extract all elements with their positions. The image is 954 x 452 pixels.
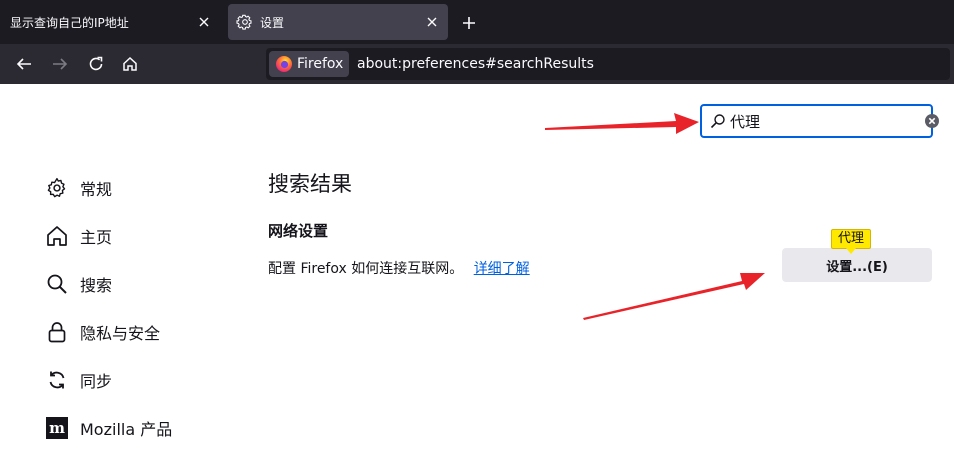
url-text[interactable]: about:preferences#searchResults — [357, 48, 594, 80]
category-sidebar: 常规 主页 搜索 隐私与安全 同步 m Mozilla 产品 — [46, 164, 246, 452]
search-results-pane: 搜索结果 网络设置 配置 Firefox 如何连接互联网。 详细了解 — [268, 168, 530, 277]
sidebar-item-general[interactable]: 常规 — [46, 164, 246, 212]
sidebar-item-label: 同步 — [80, 372, 113, 391]
reload-button[interactable] — [82, 50, 110, 78]
new-tab-button[interactable] — [456, 10, 482, 36]
url-bar[interactable]: Firefox about:preferences#searchResults — [266, 48, 950, 80]
back-button[interactable] — [10, 50, 38, 78]
firefox-logo-icon — [275, 55, 293, 73]
search-icon — [46, 273, 68, 295]
sidebar-item-home[interactable]: 主页 — [46, 212, 246, 260]
network-settings-heading: 网络设置 — [268, 222, 329, 240]
settings-search-input[interactable] — [730, 112, 924, 130]
identity-box[interactable]: Firefox — [269, 51, 349, 77]
sidebar-item-label: Mozilla 产品 — [80, 420, 173, 439]
description-text: 配置 Firefox 如何连接互联网。 — [268, 261, 464, 277]
back-arrow-icon — [16, 58, 31, 70]
home-icon — [46, 225, 68, 247]
gear-icon — [46, 177, 68, 199]
tab-ip-address[interactable]: 显示查询自己的IP地址 — [2, 4, 220, 40]
tab-label: 设置 — [260, 15, 285, 30]
learn-more-link[interactable]: 详细了解 — [474, 261, 530, 277]
tab-label: 显示查询自己的IP地址 — [10, 15, 129, 30]
lock-icon — [46, 321, 68, 343]
home-button[interactable] — [116, 50, 144, 78]
close-icon[interactable] — [192, 10, 216, 34]
sidebar-item-label: 常规 — [80, 180, 113, 199]
clear-search-icon[interactable] — [924, 113, 940, 129]
sidebar-item-label: 主页 — [80, 228, 113, 247]
mozilla-icon: m — [46, 417, 68, 439]
sidebar-item-mozilla-products[interactable]: m Mozilla 产品 — [46, 404, 246, 452]
search-icon — [710, 113, 726, 129]
svg-text:m: m — [49, 419, 65, 437]
sync-icon — [46, 369, 68, 391]
page-title: 搜索结果 — [268, 172, 352, 196]
identity-label: Firefox — [297, 56, 344, 72]
home-icon — [123, 56, 137, 71]
search-highlight-tooltip: 代理 — [831, 229, 872, 254]
sidebar-item-label: 搜索 — [80, 276, 113, 295]
forward-arrow-icon — [53, 58, 68, 70]
tab-strip: 显示查询自己的IP地址 设置 — [0, 0, 954, 44]
connection-settings-button[interactable]: 设置...(E) — [782, 248, 932, 282]
reload-icon — [89, 56, 103, 71]
close-icon[interactable] — [420, 10, 444, 34]
sidebar-item-sync[interactable]: 同步 — [46, 356, 246, 404]
tab-settings[interactable]: 设置 — [228, 4, 448, 40]
forward-button[interactable] — [46, 50, 74, 78]
navigation-toolbar: Firefox about:preferences#searchResults — [0, 44, 954, 84]
sidebar-item-label: 隐私与安全 — [80, 324, 161, 343]
settings-search-box[interactable] — [700, 104, 939, 138]
preferences-page: 常规 主页 搜索 隐私与安全 同步 m — [0, 84, 954, 439]
gear-icon — [236, 14, 252, 30]
sidebar-item-search[interactable]: 搜索 — [46, 260, 246, 308]
network-settings-description: 配置 Firefox 如何连接互联网。 详细了解 — [268, 258, 530, 278]
sidebar-item-privacy[interactable]: 隐私与安全 — [46, 308, 246, 356]
